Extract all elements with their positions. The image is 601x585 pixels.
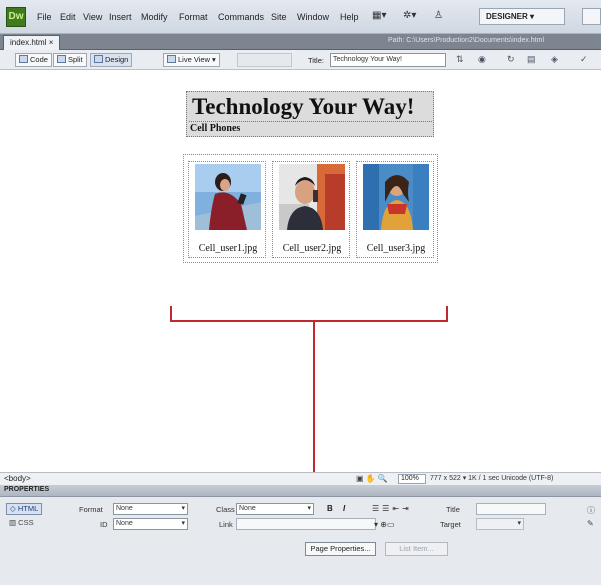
layout-menu-icon[interactable]: ▦▾	[372, 10, 386, 21]
menu-window[interactable]: Window	[297, 12, 329, 22]
target-select	[476, 518, 524, 530]
class-select[interactable]: None	[236, 503, 314, 515]
format-label: Format	[79, 505, 103, 514]
point-to-file-icon[interactable]: ▾ ⊕▭	[374, 520, 395, 529]
live-view-icon	[167, 55, 176, 63]
menu-view[interactable]: View	[83, 12, 102, 22]
page-heading[interactable]: Technology Your Way!	[192, 94, 414, 120]
title-field-label: Title	[446, 505, 460, 514]
cell-user2-image[interactable]	[279, 164, 345, 230]
code-view-button[interactable]: Code	[15, 53, 52, 67]
heading-container[interactable]: Technology Your Way! Cell Phones	[186, 91, 434, 137]
phone-cell-1[interactable]: Cell_user1.jpg	[188, 161, 266, 258]
split-view-button[interactable]: Split	[53, 53, 87, 67]
italic-button[interactable]: I	[343, 504, 345, 513]
list-indent-icons[interactable]: ☰☰⇤⇥	[372, 504, 412, 513]
html-mode-button[interactable]: ◇ HTML	[6, 503, 42, 515]
menu-bar: Dw File Edit View Insert Modify Format C…	[0, 0, 601, 34]
document-tab-bar: index.html × Path: C:\Users\Production2\…	[0, 34, 601, 50]
callout-bracket-left	[170, 306, 172, 321]
status-tools-icons[interactable]: ▣✋🔍	[356, 474, 389, 483]
cell-user1-image[interactable]	[195, 164, 261, 230]
workspace-label: DESIGNER	[486, 12, 528, 21]
view-options-icon[interactable]: ▤	[527, 54, 536, 65]
live-view-label: Live View	[178, 55, 210, 64]
callout-bracket-bottom	[170, 320, 448, 322]
link-input[interactable]	[236, 518, 376, 530]
phone-cell-3[interactable]: Cell_user3.jpg	[356, 161, 434, 258]
workspace-switcher[interactable]: DESIGNER ▾	[479, 8, 565, 25]
status-info: 777 x 522 ▾ 1K / 1 sec Unicode (UTF-8)	[430, 475, 554, 482]
menu-format[interactable]: Format	[179, 12, 208, 22]
design-label: Design	[105, 55, 129, 64]
class-label: Class	[216, 505, 235, 514]
html-label: HTML	[17, 504, 39, 513]
site-menu-icon[interactable]: ♙	[434, 10, 443, 21]
phones-table[interactable]: Cell_user1.jpg Cell_user2.jpg Cell_user3…	[183, 154, 438, 263]
page-title-input[interactable]: Technology Your Way!	[330, 53, 446, 67]
menu-site[interactable]: Site	[271, 12, 287, 22]
menu-edit[interactable]: Edit	[60, 12, 76, 22]
list-item-button: List Item...	[385, 542, 448, 556]
phone-cell-2[interactable]: Cell_user2.jpg	[272, 161, 350, 258]
cell-user3-image[interactable]	[363, 164, 429, 230]
design-view-button[interactable]: Design	[90, 53, 133, 67]
check-page-icon[interactable]: ✓	[580, 54, 588, 65]
page-subheading[interactable]: Cell Phones	[189, 121, 432, 135]
callout-line	[313, 320, 315, 472]
split-icon	[57, 55, 66, 63]
menu-commands[interactable]: Commands	[218, 12, 264, 22]
extend-menu-icon[interactable]: ✲▾	[403, 10, 416, 21]
menu-modify[interactable]: Modify	[141, 12, 168, 22]
properties-header[interactable]: PROPERTIES	[0, 485, 601, 497]
document-toolbar: Code Split Design Live View ▾ Title: Tec…	[0, 50, 601, 70]
menu-insert[interactable]: Insert	[109, 12, 132, 22]
zoom-select[interactable]: 100%	[398, 474, 426, 484]
page-properties-button[interactable]: Page Properties...	[305, 542, 376, 556]
help-icon[interactable]: ⓘ	[587, 505, 595, 516]
css-mode-button[interactable]: ▥ CSS	[6, 518, 42, 530]
link-label: Link	[219, 520, 233, 529]
phone-caption-1: Cell_user1.jpg	[198, 243, 258, 254]
format-select[interactable]: None	[113, 503, 188, 515]
callout-bracket-right	[446, 306, 448, 321]
properties-title: PROPERTIES	[4, 486, 50, 493]
search-box[interactable]	[582, 8, 601, 25]
design-icon	[94, 55, 103, 63]
dreamweaver-logo: Dw	[6, 7, 26, 27]
close-icon[interactable]: ×	[49, 38, 54, 47]
quick-tag-editor-icon[interactable]: ✎	[587, 519, 594, 528]
id-select[interactable]: None	[113, 518, 188, 530]
tag-selector-body[interactable]: <body>	[4, 474, 31, 483]
document-path: Path: C:\Users\Production2\Documents\ind…	[388, 37, 545, 44]
menu-help[interactable]: Help	[340, 12, 359, 22]
live-view-button[interactable]: Live View ▾	[163, 53, 220, 67]
preview-browser-icon[interactable]: ◉	[478, 54, 486, 65]
visual-aids-icon[interactable]: ◈	[551, 54, 558, 65]
tab-label: index.html	[10, 38, 47, 47]
bold-button[interactable]: B	[327, 504, 333, 513]
design-view[interactable]: Technology Your Way! Cell Phones Cell_us…	[0, 71, 601, 472]
status-bar: <body> ▣✋🔍 100% 777 x 522 ▾ 1K / 1 sec U…	[0, 472, 601, 485]
tab-index-html[interactable]: index.html ×	[3, 35, 61, 50]
refresh-icon[interactable]: ↻	[507, 54, 515, 65]
css-label: CSS	[18, 518, 34, 527]
id-label: ID	[100, 520, 108, 529]
menu-file[interactable]: File	[37, 12, 52, 22]
phone-caption-3: Cell_user3.jpg	[366, 243, 426, 254]
phone-caption-2: Cell_user2.jpg	[282, 243, 342, 254]
properties-panel: ◇ HTML ▥ CSS Format None ID None Class N…	[0, 497, 601, 585]
split-label: Split	[68, 55, 83, 64]
target-label: Target	[440, 520, 461, 529]
live-code-button	[237, 53, 292, 67]
title-attr-input[interactable]	[476, 503, 546, 515]
code-label: Code	[30, 55, 48, 64]
title-label: Title:	[308, 56, 324, 65]
code-icon	[19, 55, 28, 63]
file-management-icon[interactable]: ⇅	[456, 54, 464, 65]
